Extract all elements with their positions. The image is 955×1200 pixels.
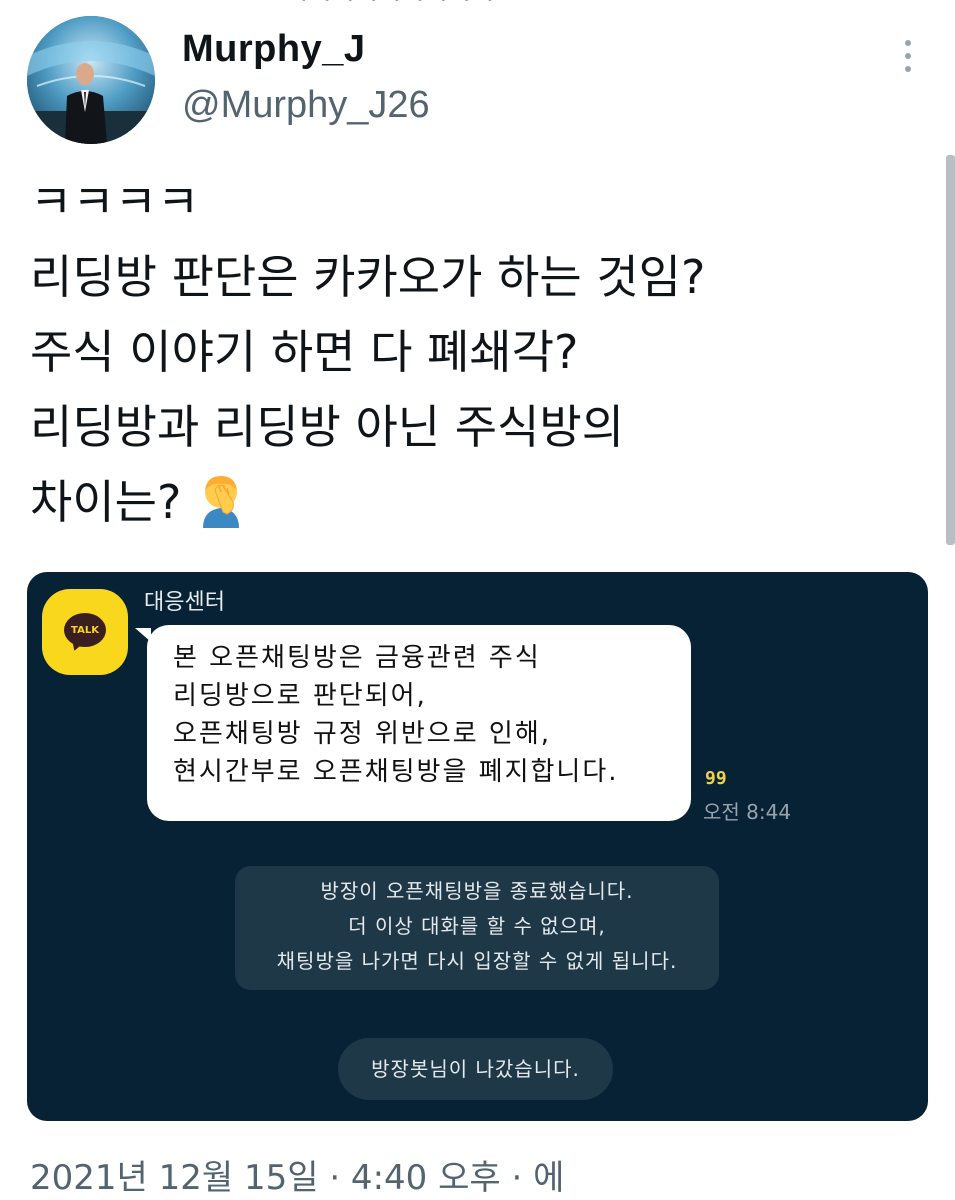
system-notice-line: 채팅방을 나가면 다시 입장할 수 없게 됩니다. — [276, 949, 678, 973]
kakao-talk-avatar: TALK — [42, 589, 128, 675]
tweet-line: ㅋㅋㅋㅋ — [30, 175, 200, 229]
tweet-line: 차이는? — [30, 475, 182, 529]
avatar[interactable] — [27, 16, 155, 144]
message-time: 오전 8:44 — [703, 800, 792, 824]
tweet-line-last: 차이는? — [30, 465, 910, 550]
user-handle[interactable]: @Murphy_J26 — [182, 84, 430, 127]
system-notice-line: 더 이상 대화를 할 수 없으며, — [348, 914, 606, 938]
tweet-timestamp[interactable]: 2021년 12월 15일 · 4:40 오후 · 에 — [30, 1150, 564, 1199]
unread-count: 99 — [705, 768, 727, 789]
chat-message-line: 리딩방으로 판단되어, — [173, 681, 427, 711]
talk-badge: TALK — [64, 613, 106, 647]
screenshot-image[interactable]: TALK 대응센터 본 오픈채팅방은 금융관련 주식 리딩방으로 판단되어, 오… — [27, 572, 928, 1121]
chat-message-line: 현시간부로 오픈채팅방을 폐지합니다. — [173, 757, 619, 787]
chat-sender-name: 대응센터 — [144, 590, 225, 615]
tweet-line: 리딩방과 리딩방 아닌 주식방의 — [30, 400, 625, 454]
tweet-line: 주식 이야기 하면 다 폐쇄각? — [30, 325, 579, 379]
leave-notice: 방장봇님이 나갔습니다. — [338, 1038, 613, 1100]
profile-photo — [27, 16, 155, 144]
display-name[interactable]: Murphy_J — [182, 28, 365, 71]
more-options-icon[interactable] — [896, 36, 920, 76]
scrollbar[interactable] — [946, 155, 955, 545]
chat-message-bubble: 본 오픈채팅방은 금융관련 주식 리딩방으로 판단되어, 오픈채팅방 규정 위반… — [147, 625, 691, 821]
tweet-line: 리딩방 판단은 카카오가 하는 것임? — [30, 250, 706, 304]
chat-message-line: 오픈채팅방 규정 위반으로 인해, — [173, 719, 552, 749]
chat-message-line: 본 오픈채팅방은 금융관련 주식 — [173, 643, 541, 673]
tweet-text: ㅋㅋㅋㅋ 리딩방 판단은 카카오가 하는 것임? 주식 이야기 하면 다 폐쇄각… — [30, 165, 910, 550]
facepalm-emoji-icon — [193, 472, 249, 550]
system-notice-line: 방장이 오픈채팅방을 종료했습니다. — [320, 879, 634, 903]
previous-tweet-fragment: · · · · · · · · · — [0, 0, 955, 8]
system-notice: 방장이 오픈채팅방을 종료했습니다. 더 이상 대화를 할 수 없으며, 채팅방… — [235, 866, 719, 990]
